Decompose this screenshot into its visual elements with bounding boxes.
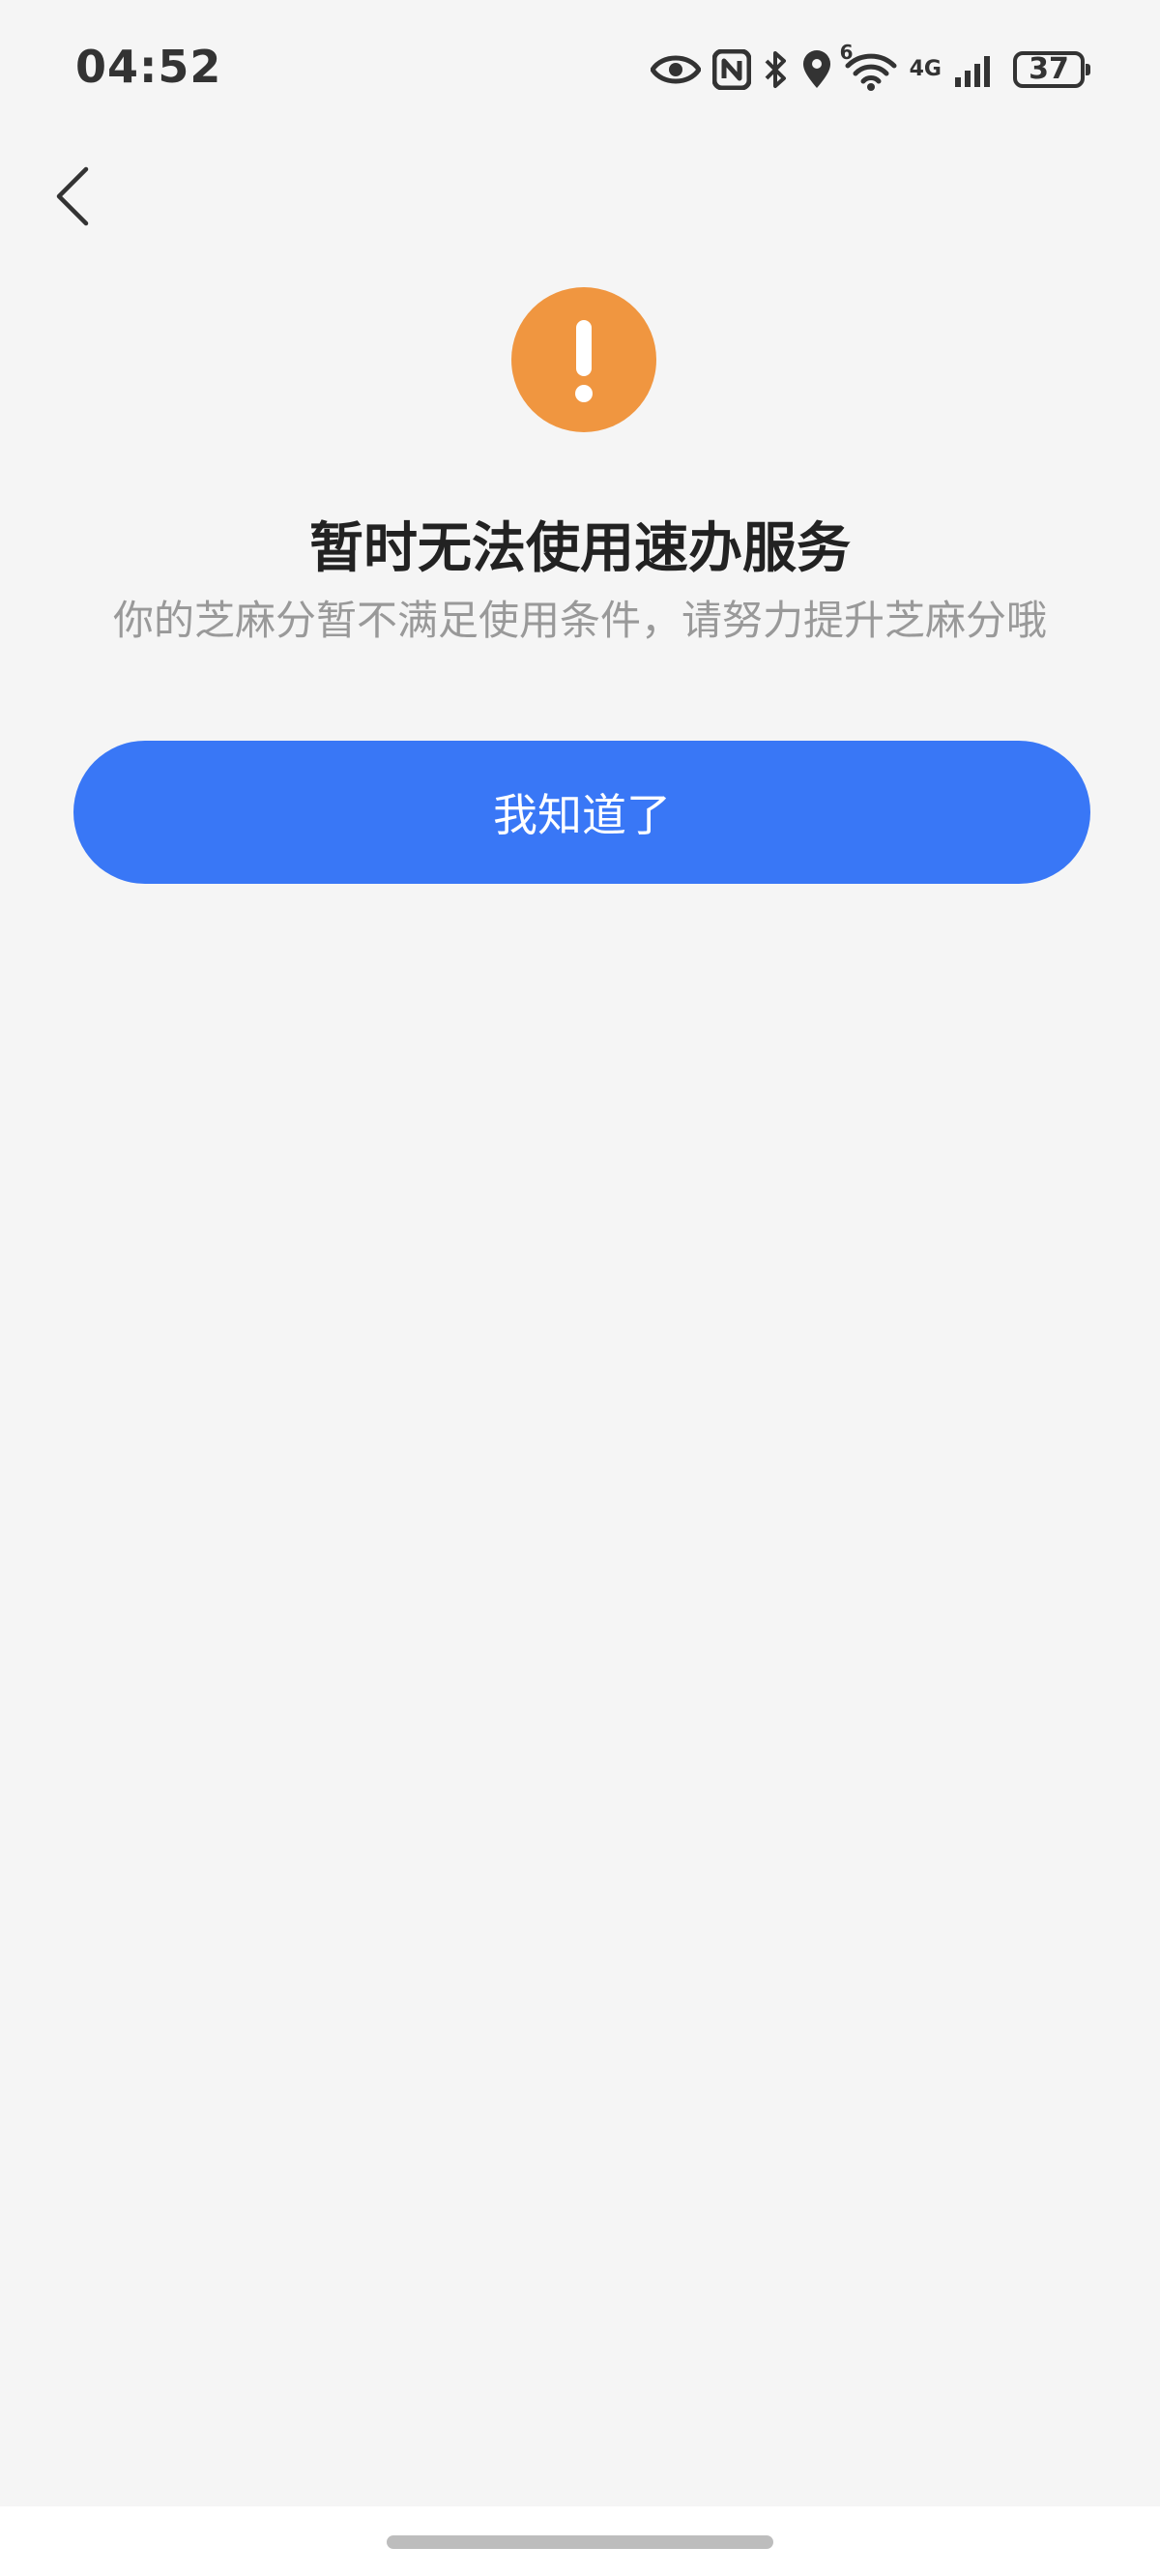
back-button[interactable] [29, 155, 116, 242]
exclamation-icon [511, 287, 656, 432]
confirm-button[interactable]: 我知道了 [73, 741, 1090, 884]
exclamation-bar [576, 320, 592, 376]
page-subtitle: 你的芝麻分暂不满足使用条件，请努力提升芝麻分哦 [112, 597, 1047, 644]
signal-icon [953, 50, 998, 89]
wifi-badge: 6 [839, 41, 854, 64]
battery-icon: 37 [1013, 51, 1090, 88]
status-time: 04:52 [75, 41, 222, 93]
status-bar: 04:52 6 4G 37 [0, 0, 1160, 145]
status-icons: 6 4G 37 [650, 41, 1090, 97]
bluetooth-icon [763, 49, 790, 90]
battery-level: 37 [1029, 52, 1069, 86]
wifi-icon: 6 [840, 41, 898, 91]
exclamation-dot [575, 385, 593, 402]
nfc-icon [711, 49, 751, 90]
home-indicator[interactable] [387, 2535, 773, 2549]
chevron-left-icon [53, 165, 92, 231]
eye-icon [650, 52, 701, 87]
location-icon [801, 49, 832, 90]
network-type-label: 4G [909, 57, 942, 81]
page-title: 暂时无法使用速办服务 [309, 517, 851, 580]
